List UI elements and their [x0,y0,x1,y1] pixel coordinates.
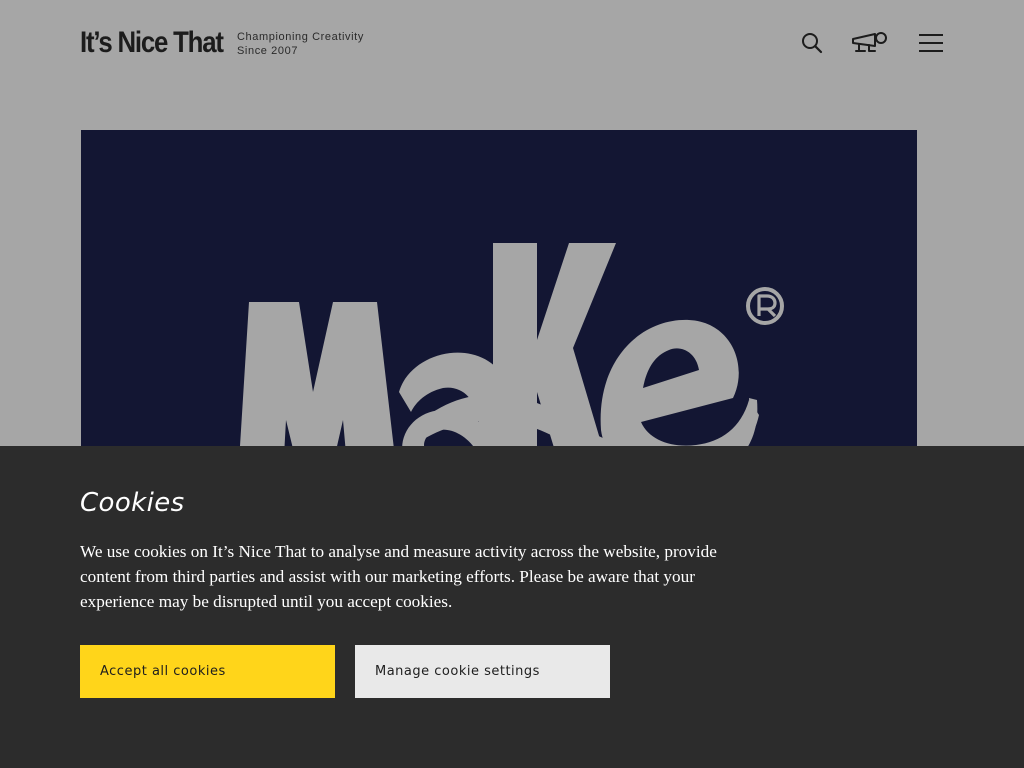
cookie-description: We use cookies on It’s Nice That to anal… [80,542,717,611]
manage-cookie-settings-button[interactable]: Manage cookie settings [355,645,610,698]
cookie-title: Cookies [80,488,185,518]
tagline-line-1: Championing Creativity [237,31,364,43]
megaphone-icon [852,32,887,52]
site-header: It’s Nice That Championing Creativity Si… [0,0,1024,86]
search-button[interactable] [797,28,827,58]
accept-all-cookies-button[interactable]: Accept all cookies [80,645,335,698]
site-logo[interactable]: It’s Nice That [80,26,224,60]
menu-button[interactable] [916,28,946,58]
megaphone-button[interactable] [850,28,890,58]
site-tagline: Championing Creativity Since 2007 [237,30,364,58]
registered-mark [746,287,784,325]
page: It’s Nice That Championing Creativity Si… [0,0,1024,768]
tagline-line-2: Since 2007 [237,45,299,57]
menu-icon [919,34,943,52]
search-icon [802,33,823,54]
cookie-banner: Cookies We use cookies on It’s Nice That… [0,446,1024,768]
